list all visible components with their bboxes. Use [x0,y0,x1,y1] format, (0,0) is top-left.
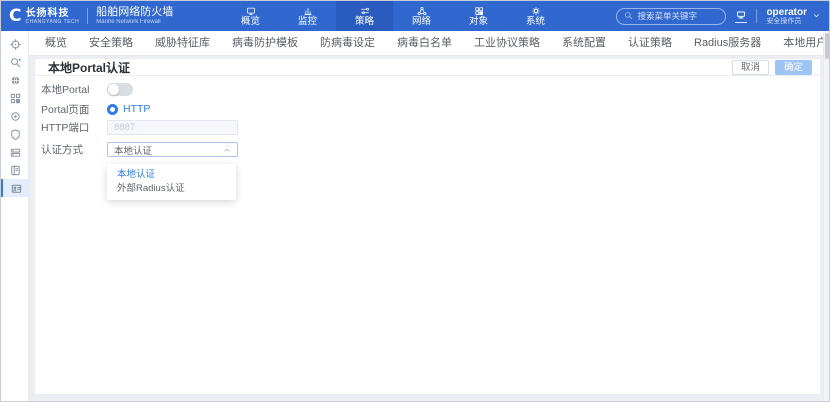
auth-mode-value: 本地认证 [114,143,152,157]
qr-grid-icon [9,92,22,105]
brand: C 长扬科技 CHANGYANG TECH 船舶网络防火墙 Marine Net… [9,1,173,31]
user-role: 安全操作员 [766,18,807,26]
tab-2[interactable]: 威胁特征库 [144,31,221,55]
local-portal-panel: 本地Portal认证 取消 确定 本地Portal Portal页面 HTTP [35,59,820,394]
product-title: 船舶网络防火墙 [96,6,173,18]
panel-title: 本地Portal认证 [48,59,130,76]
chevron-down-icon [812,7,821,25]
sidebar-item-target[interactable] [1,107,29,125]
tab-4[interactable]: 防病毒设定 [309,31,386,55]
local-portal-row: 本地Portal [41,82,820,96]
overview-icon [246,6,256,16]
tab-0[interactable]: 概览 [34,31,78,55]
app-root: C 长扬科技 CHANGYANG TECH 船舶网络防火墙 Marine Net… [0,0,830,402]
dropdown-option-0[interactable]: 本地认证 [107,168,236,182]
toggle-knob [108,84,119,95]
cancel-button[interactable]: 取消 [732,60,769,75]
nav-network[interactable]: 网络 [393,1,450,31]
local-portal-label: 本地Portal [41,82,107,97]
brand-name: 长扬科技 [25,8,79,19]
shield-icon [9,128,22,141]
http-port-input[interactable] [107,120,238,135]
search-icon [624,11,633,22]
http-port-label: HTTP端口 [41,120,107,135]
monitor-icon [303,6,313,16]
portal-form: 本地Portal Portal页面 HTTP HTTP端口 认证方式 [35,76,820,157]
chevron-up-icon [223,146,231,154]
tab-8[interactable]: 认证策略 [617,31,683,55]
auth-mode-label: 认证方式 [41,142,107,157]
tab-1[interactable]: 安全策略 [78,31,144,55]
top-nav: 概览监控策略网络对象系统 [222,1,564,31]
tab-10[interactable]: 本地用户 [772,31,823,55]
scrollbar-thumb[interactable] [825,33,829,59]
nav-system[interactable]: 系统 [507,1,564,31]
tab-bar: 概览安全策略威胁特征库病毒防护模板防病毒设定病毒白名单工业协议策略系统配置认证策… [29,31,823,56]
header-divider [756,9,757,23]
dropdown-option-1[interactable]: 外部Radius认证 [107,182,236,196]
panel-header: 本地Portal认证 取消 确定 [35,59,820,76]
sidebar-item-globe[interactable] [1,71,29,89]
http-radio-label: HTTP [123,103,150,115]
globe-icon [9,74,22,87]
search-box[interactable]: 搜索菜单关键字 [616,8,726,25]
sidebar-item-probe[interactable] [1,53,29,71]
product-subtitle: Marine Network Firewall [96,18,173,26]
screen-icon[interactable] [735,9,747,23]
http-radio[interactable]: HTTP [107,103,150,115]
sidebar-item-qr-grid[interactable] [1,89,29,107]
auth-mode-row: 认证方式 本地认证 [41,142,820,157]
header-right: 搜索菜单关键字 operator 安全操作员 [616,1,821,31]
nav-monitor[interactable]: 监控 [279,1,336,31]
book-icon [9,164,22,177]
auth-card-icon [10,182,23,195]
tab-9[interactable]: Radius服务器 [683,31,772,55]
portal-page-label: Portal页面 [41,102,107,117]
vertical-scrollbar [823,31,829,401]
probe-icon [9,56,22,69]
search-placeholder: 搜索菜单关键字 [637,10,697,22]
tab-6[interactable]: 工业协议策略 [463,31,551,55]
confirm-button[interactable]: 确定 [775,60,812,75]
auth-mode-select[interactable]: 本地认证 [107,142,238,157]
sidebar-item-auth-card[interactable] [1,179,29,197]
target-icon [9,110,22,123]
user-menu[interactable]: operator 安全操作员 [766,7,821,26]
auth-mode-dropdown: 本地认证外部Radius认证 [107,164,236,200]
http-port-row: HTTP端口 [41,120,820,135]
tab-3[interactable]: 病毒防护模板 [221,31,309,55]
nav-object[interactable]: 对象 [450,1,507,31]
object-icon [474,6,484,16]
brand-subtitle: CHANGYANG TECH [25,19,79,25]
portal-page-row: Portal页面 HTTP [41,103,820,115]
sidebar-item-crosshair[interactable] [1,35,29,53]
content-area: 本地Portal认证 取消 确定 本地Portal Portal页面 HTTP [29,56,823,401]
nav-overview[interactable]: 概览 [222,1,279,31]
radio-selected-icon [107,104,118,115]
tab-7[interactable]: 系统配置 [551,31,617,55]
policy-icon [360,6,370,16]
tab-5[interactable]: 病毒白名单 [386,31,463,55]
header: C 长扬科技 CHANGYANG TECH 船舶网络防火墙 Marine Net… [1,1,829,31]
crosshair-icon [9,38,22,51]
nav-policy[interactable]: 策略 [336,1,393,31]
user-name: operator [766,7,807,18]
sidebar-item-book[interactable] [1,161,29,179]
brand-logo-icon: C [9,6,21,26]
local-portal-toggle[interactable] [107,83,133,96]
system-icon [531,6,541,16]
brand-divider [87,8,88,24]
server-icon [9,146,22,159]
network-icon [417,6,427,16]
sidebar [1,31,29,401]
sidebar-item-server[interactable] [1,143,29,161]
sidebar-item-shield[interactable] [1,125,29,143]
